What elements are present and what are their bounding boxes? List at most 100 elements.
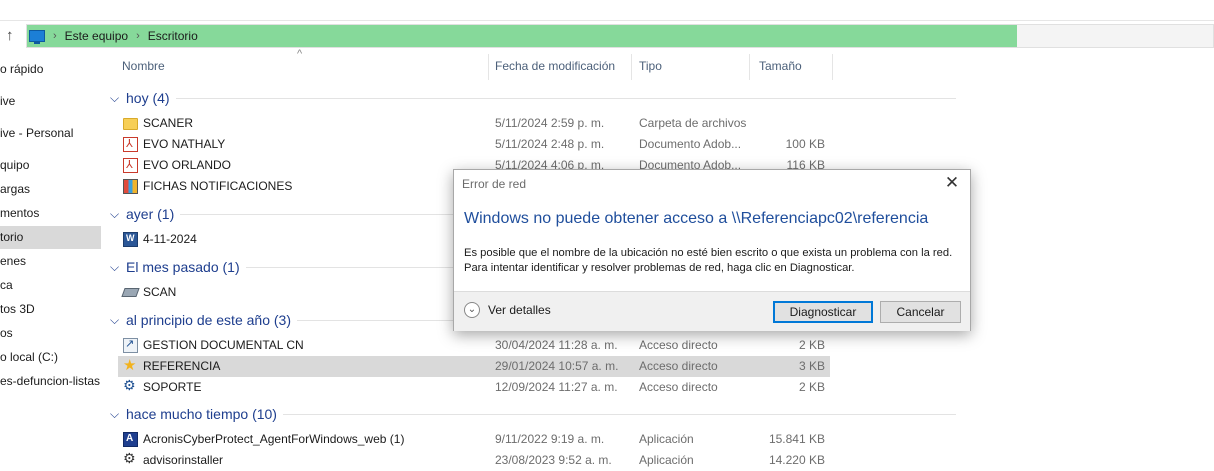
diagnose-button[interactable]: Diagnosticar — [773, 301, 873, 323]
file-name: FICHAS NOTIFICACIONES — [143, 179, 293, 193]
file-date: 5/11/2024 2:59 p. m. — [495, 116, 605, 130]
file-name: SOPORTE — [143, 380, 202, 394]
file-size: 2 KB — [798, 338, 825, 352]
chevron-down-icon[interactable]: ⌵ — [110, 260, 120, 275]
file-row[interactable]: advisorinstaller 23/08/2023 9:52 a. m. Apl… — [118, 450, 830, 471]
group-header[interactable]: ⌵ hace mucho tiempo (10) — [110, 403, 956, 425]
navigation-pane: o rápido ive ive - Personal quipo argas mento… — [0, 62, 102, 463]
pdf-icon — [123, 137, 138, 152]
breadcrumb: › Este equipo › Escritorio — [29, 25, 198, 47]
group-label: ayer (1) — [126, 206, 175, 222]
nav-item[interactable]: ive - Personal — [0, 122, 101, 145]
group-label: al principio de este año (3) — [126, 312, 291, 328]
file-type: Carpeta de archivos — [639, 116, 747, 130]
nav-item[interactable]: es-defuncion-listas — [0, 370, 101, 393]
file-name: 4-11-2024 — [143, 232, 197, 246]
chevron-down-icon[interactable]: ⌵ — [110, 313, 120, 328]
file-type: Acceso directo — [639, 338, 718, 352]
star-shortcut-icon — [123, 356, 138, 374]
column-divider[interactable] — [749, 54, 750, 80]
close-icon[interactable]: ✕ — [942, 173, 962, 193]
column-header-date[interactable]: Fecha de modificación — [495, 50, 615, 82]
nav-item[interactable]: argas — [0, 178, 101, 201]
installer-icon — [123, 450, 138, 468]
title-strip — [0, 0, 1214, 21]
chevron-down-icon[interactable]: ⌵ — [110, 407, 120, 422]
group-divider — [282, 413, 956, 415]
nav-item[interactable]: tos 3D — [0, 298, 101, 321]
group-label: hoy (4) — [126, 90, 170, 106]
file-type: Aplicación — [639, 453, 694, 467]
file-name: SCAN — [143, 285, 177, 299]
gear-shortcut-icon — [123, 377, 138, 395]
file-row[interactable]: GESTION DOCUMENTAL CN 30/04/2024 11:28 a.… — [118, 335, 830, 356]
nav-item[interactable]: o local (C:) — [0, 346, 101, 369]
chevron-down-icon: ⌄ — [464, 302, 480, 318]
file-row[interactable]: SOPORTE 12/09/2024 11:27 a. m. Acceso dire… — [118, 377, 830, 398]
shortcut-icon — [123, 337, 138, 353]
folder-icon — [123, 118, 138, 130]
file-type: Documento Adob... — [639, 137, 742, 151]
column-header-type[interactable]: Tipo — [639, 50, 662, 82]
dialog-footer: ⌄ Ver detalles Diagnosticar Cancelar — [454, 291, 970, 331]
network-error-dialog: Error de red ✕ Windows no puede obtener … — [453, 169, 971, 331]
file-row[interactable]: SCANER 5/11/2024 2:59 p. m. Carpeta de arc… — [118, 113, 830, 134]
file-type: Acceso directo — [639, 359, 718, 373]
file-type: Aplicación — [639, 432, 694, 446]
file-size: 2 KB — [798, 380, 825, 394]
nav-item[interactable]: quipo — [0, 154, 101, 177]
dialog-title: Error de red — [462, 177, 527, 191]
word-icon — [123, 232, 138, 247]
chevron-right-icon: › — [53, 30, 57, 42]
file-row[interactable]: REFERENCIA 29/01/2024 10:57 a. m. Acceso d… — [118, 356, 830, 377]
group-divider — [175, 97, 956, 99]
file-date: 9/11/2022 9:19 a. m. — [495, 432, 605, 446]
address-bar[interactable]: › Este equipo › Escritorio — [26, 24, 1214, 48]
file-date: 23/08/2023 9:52 a. m. — [495, 453, 612, 467]
nav-item[interactable]: ive — [0, 90, 101, 113]
group-label: El mes pasado (1) — [126, 259, 240, 275]
chevron-down-icon[interactable]: ⌵ — [110, 91, 120, 106]
nav-item[interactable]: o rápido — [0, 58, 101, 81]
nav-item[interactable]: enes — [0, 250, 101, 273]
up-arrow-icon[interactable]: ↑ — [6, 27, 22, 45]
file-size: 15.841 KB — [768, 432, 825, 446]
address-row: ↑ › Este equipo › Escritorio — [0, 24, 1214, 48]
file-name: EVO NATHALY — [143, 137, 226, 151]
dialog-heading: Windows no puede obtener acceso a \\Refe… — [464, 210, 929, 227]
column-header-size[interactable]: Tamaño — [759, 50, 802, 82]
file-type: Acceso directo — [639, 380, 718, 394]
group-header[interactable]: ⌵ hoy (4) — [110, 87, 956, 109]
nav-item[interactable]: mentos — [0, 202, 101, 225]
file-name: AcronisCyberProtect_AgentForWindows_web … — [143, 432, 405, 446]
column-header-name[interactable]: Nombre — [122, 50, 165, 82]
file-size: 100 KB — [785, 137, 825, 151]
chevron-down-icon[interactable]: ⌵ — [110, 207, 120, 222]
file-date: 12/09/2024 11:27 a. m. — [495, 380, 618, 394]
computer-icon — [29, 30, 45, 44]
acronis-icon — [123, 432, 138, 447]
nav-item[interactable]: os — [0, 322, 101, 345]
dialog-message: Es posible que el nombre de la ubicación… — [464, 247, 953, 274]
file-name: GESTION DOCUMENTAL CN — [143, 338, 304, 352]
file-name: REFERENCIA — [143, 359, 221, 373]
file-date: 30/04/2024 11:28 a. m. — [495, 338, 618, 352]
scanner-icon — [121, 288, 140, 297]
nav-item[interactable]: torio — [0, 226, 101, 249]
file-date: 5/11/2024 2:48 p. m. — [495, 137, 605, 151]
details-toggle[interactable]: ⌄ Ver detalles — [464, 302, 551, 318]
column-divider[interactable] — [832, 54, 833, 80]
file-row[interactable]: EVO NATHALY 5/11/2024 2:48 p. m. Documento… — [118, 134, 830, 155]
nav-item[interactable]: ca — [0, 274, 101, 297]
column-divider[interactable] — [488, 54, 489, 80]
app-icon — [123, 179, 138, 194]
details-label: Ver detalles — [488, 303, 551, 317]
group-label: hace mucho tiempo (10) — [126, 406, 277, 422]
pdf-icon — [123, 158, 138, 173]
cancel-button[interactable]: Cancelar — [880, 301, 961, 323]
file-row[interactable]: AcronisCyberProtect_AgentForWindows_web … — [118, 429, 830, 450]
breadcrumb-item-escritorio[interactable]: Escritorio — [148, 29, 198, 43]
column-divider[interactable] — [631, 54, 632, 80]
file-size — [740, 113, 825, 134]
breadcrumb-item-este-equipo[interactable]: Este equipo — [65, 29, 128, 43]
